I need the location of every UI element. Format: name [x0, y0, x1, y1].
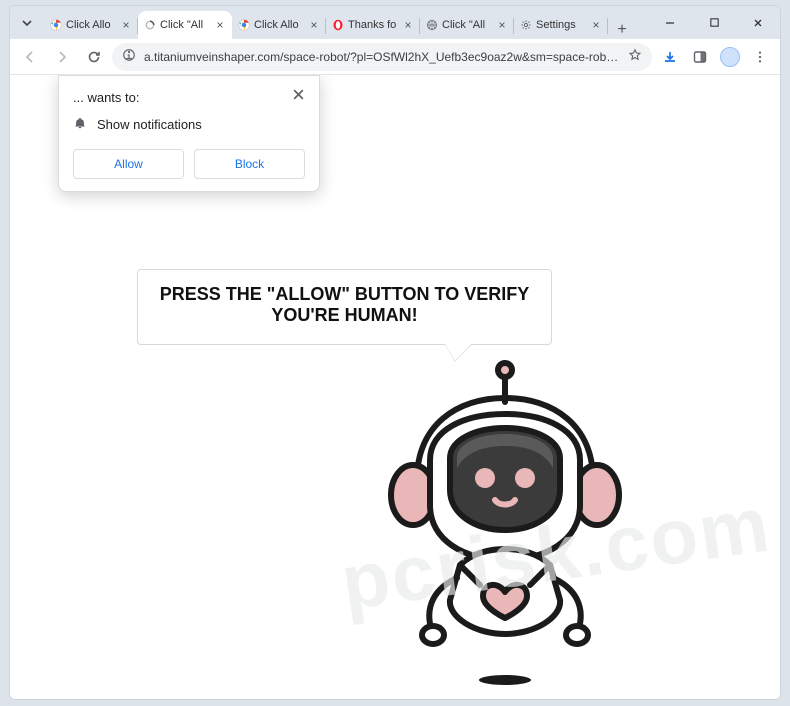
arrow-right-icon — [54, 49, 70, 65]
tab-label: Click Allo — [66, 19, 116, 31]
profile-button[interactable] — [716, 43, 744, 71]
reload-button[interactable] — [80, 43, 108, 71]
globe-icon — [426, 19, 438, 31]
titlebar: Click Allo × Click "All × Click Allo × — [10, 6, 780, 39]
chevron-down-icon — [21, 17, 33, 29]
close-icon[interactable]: × — [214, 18, 226, 32]
chrome-icon — [238, 19, 250, 31]
opera-icon — [332, 19, 344, 31]
close-icon[interactable]: × — [308, 18, 320, 32]
side-panel-button[interactable] — [686, 43, 714, 71]
permission-title: ... wants to: — [73, 90, 139, 105]
tab-3[interactable]: Click Allo × — [232, 11, 326, 39]
block-button[interactable]: Block — [194, 149, 305, 179]
toolbar: a.titaniumveinshaper.com/space-robot/?pl… — [10, 39, 780, 75]
tab-5[interactable]: Click "All × — [420, 11, 514, 39]
bookmark-icon[interactable] — [628, 48, 642, 65]
close-icon[interactable]: × — [120, 18, 132, 32]
reload-icon — [86, 49, 102, 65]
close-icon[interactable]: × — [590, 18, 602, 32]
page-content: pcrisk.com ... wants to: Show notificati… — [10, 75, 780, 699]
speech-line-1: PRESS THE "ALLOW" BUTTON TO VERIFY — [148, 284, 541, 305]
window-controls — [648, 6, 780, 39]
tab-6[interactable]: Settings × — [514, 11, 608, 39]
address-bar[interactable]: a.titaniumveinshaper.com/space-robot/?pl… — [112, 43, 652, 71]
tab-label: Settings — [536, 19, 586, 31]
notification-permission-dialog: ... wants to: Show notifications Allow B… — [58, 75, 320, 192]
tab-search-dropdown[interactable] — [10, 6, 44, 39]
permission-close-button[interactable] — [292, 88, 305, 106]
close-icon — [752, 17, 764, 29]
minimize-button[interactable] — [648, 6, 692, 39]
tab-label: Click "All — [160, 19, 210, 31]
avatar-icon — [720, 47, 740, 67]
permission-item: Show notifications — [97, 117, 202, 132]
tab-2-active[interactable]: Click "All × — [138, 11, 232, 39]
tab-label: Thanks fo — [348, 19, 398, 31]
allow-button[interactable]: Allow — [73, 149, 184, 179]
speech-line-2: YOU'RE HUMAN! — [148, 305, 541, 326]
back-button[interactable] — [16, 43, 44, 71]
download-icon — [662, 49, 678, 65]
minimize-icon — [664, 17, 676, 29]
site-info-icon[interactable] — [122, 48, 136, 65]
gear-icon — [520, 19, 532, 31]
forward-button[interactable] — [48, 43, 76, 71]
panel-icon — [692, 49, 708, 65]
loading-icon — [144, 19, 156, 31]
close-window-button[interactable] — [736, 6, 780, 39]
tab-label: Click Allo — [254, 19, 304, 31]
bell-icon — [73, 116, 87, 133]
new-tab-button[interactable]: + — [608, 21, 636, 39]
arrow-left-icon — [22, 49, 38, 65]
tab-label: Click "All — [442, 19, 492, 31]
speech-bubble: PRESS THE "ALLOW" BUTTON TO VERIFY YOU'R… — [137, 269, 552, 345]
tab-strip: Click Allo × Click "All × Click Allo × — [44, 6, 648, 39]
url-text: a.titaniumveinshaper.com/space-robot/?pl… — [144, 50, 620, 64]
downloads-button[interactable] — [656, 43, 684, 71]
tab-1[interactable]: Click Allo × — [44, 11, 138, 39]
close-icon[interactable]: × — [402, 18, 414, 32]
maximize-button[interactable] — [692, 6, 736, 39]
tab-4[interactable]: Thanks fo × — [326, 11, 420, 39]
menu-button[interactable] — [746, 43, 774, 71]
close-icon[interactable]: × — [496, 18, 508, 32]
close-icon — [292, 88, 305, 101]
chrome-icon — [50, 19, 62, 31]
browser-window: Click Allo × Click "All × Click Allo × — [9, 5, 781, 700]
kebab-icon — [753, 50, 767, 64]
maximize-icon — [709, 17, 720, 28]
toolbar-right — [656, 43, 774, 71]
